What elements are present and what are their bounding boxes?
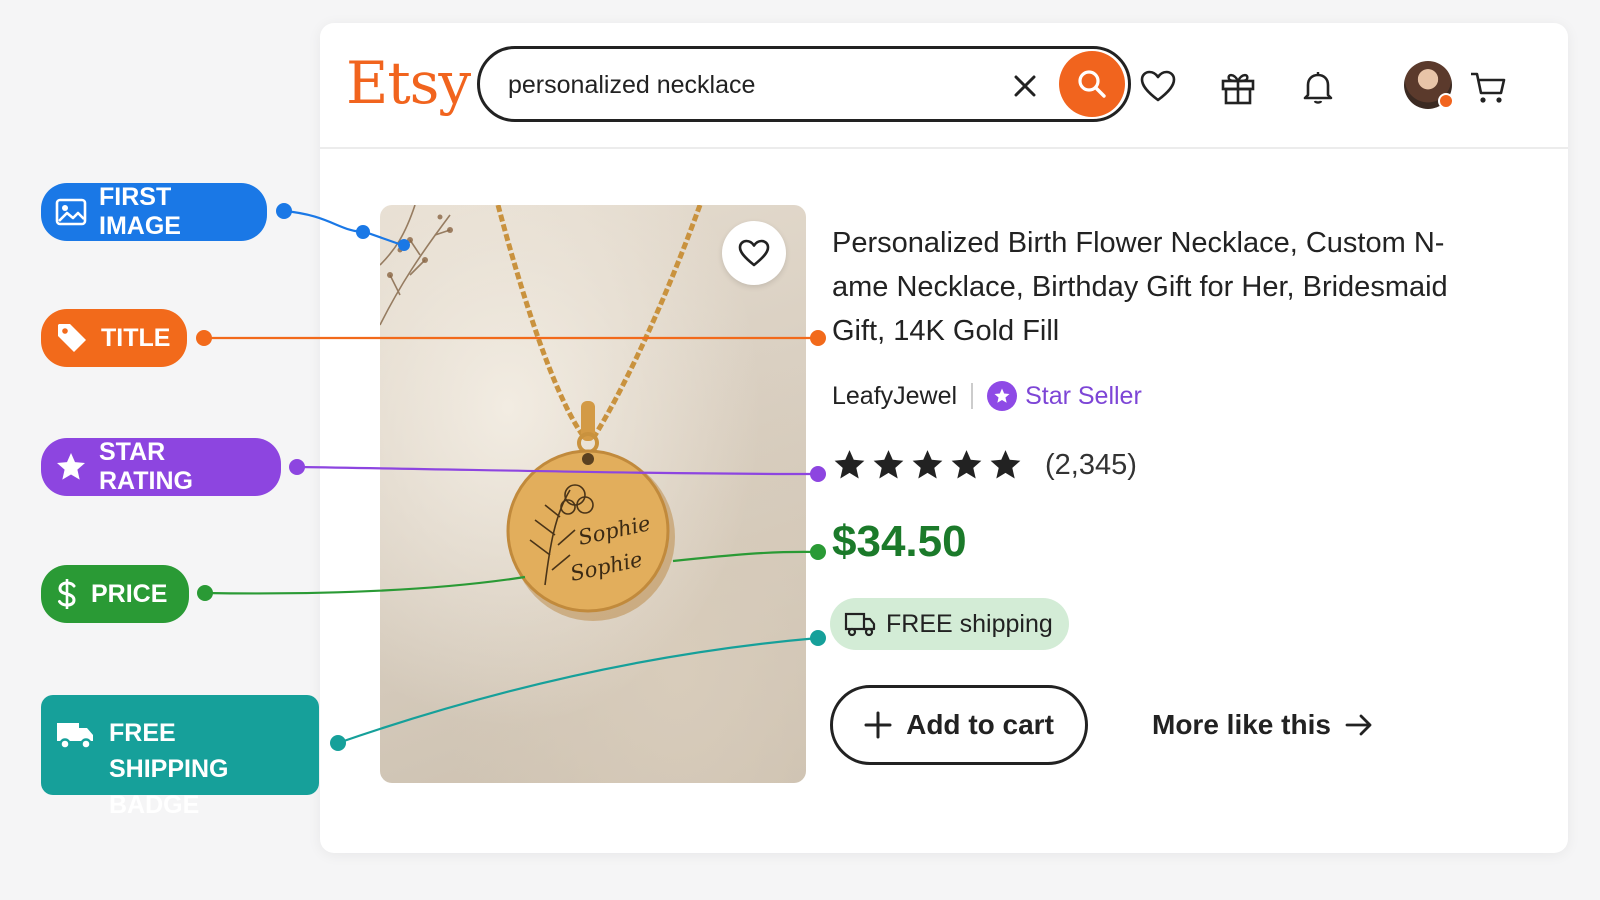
rating-row: (2,345) <box>832 448 1137 482</box>
callout-title: TITLE <box>41 309 187 367</box>
truck-icon <box>844 612 876 637</box>
site-header: Etsy personalized necklace <box>320 23 1568 149</box>
star-seller-label: Star Seller <box>1025 381 1142 410</box>
star-icon <box>912 450 943 479</box>
star-icon <box>990 450 1021 479</box>
callout-price: PRICE <box>41 565 189 623</box>
avatar[interactable] <box>1404 61 1454 109</box>
star-rating <box>832 448 1023 482</box>
listing-title[interactable]: Personalized Birth Flower Necklace, Cust… <box>832 221 1492 353</box>
star-icon <box>834 450 865 479</box>
more-like-this-label: More like this <box>1152 709 1331 740</box>
star-icon <box>873 450 904 479</box>
bell-icon[interactable] <box>1298 67 1338 107</box>
etsy-logo[interactable]: Etsy <box>346 49 471 117</box>
plus-icon <box>864 711 892 739</box>
cart-icon[interactable] <box>1468 67 1508 107</box>
search-icon <box>1078 70 1106 98</box>
search-button[interactable] <box>1059 51 1125 117</box>
tag-icon <box>58 324 86 352</box>
star-icon <box>951 450 982 479</box>
callout-star-rating-label: STAR RATING <box>99 438 193 495</box>
search-bar[interactable]: personalized necklace <box>477 46 1131 122</box>
arrow-right-icon <box>1345 714 1372 736</box>
review-count[interactable]: (2,345) <box>1045 449 1137 482</box>
listing-price: $34.50 <box>832 517 967 566</box>
clear-search-icon[interactable] <box>1010 71 1040 101</box>
star-seller-icon <box>987 381 1018 411</box>
star-icon <box>57 453 85 480</box>
seller-name[interactable]: LeafyJewel <box>832 382 957 411</box>
truck-icon <box>57 723 93 750</box>
callout-free-shipping-line1: FREE SHIPPING <box>109 719 229 783</box>
necklace-photo: Sophie Sophie <box>380 205 703 621</box>
callout-star-rating: STAR RATING <box>41 438 281 496</box>
callout-free-shipping-badge: FREE SHIPPING BADGE <box>41 695 319 819</box>
heart-icon <box>738 239 770 267</box>
star-seller-badge: Star Seller <box>987 381 1142 411</box>
callout-free-shipping-line2: BADGE <box>109 791 200 819</box>
more-like-this-link[interactable]: More like this <box>1152 709 1373 741</box>
add-to-cart-label: Add to cart <box>906 709 1054 740</box>
callout-first-image-label: FIRST IMAGE <box>99 183 181 240</box>
seller-row: LeafyJewel Star Seller <box>832 379 1142 413</box>
notification-dot <box>1438 93 1454 109</box>
listing-card: Etsy personalized necklace Sophie Sophie… <box>320 23 1568 853</box>
listing-first-image[interactable]: Sophie Sophie <box>380 205 806 783</box>
gift-icon[interactable] <box>1218 67 1258 107</box>
callout-price-label: PRICE <box>91 579 168 608</box>
add-to-cart-button[interactable]: Add to cart <box>830 685 1088 765</box>
favorite-listing-button[interactable] <box>722 221 786 285</box>
free-shipping-badge: FREE shipping <box>830 598 1069 650</box>
image-icon <box>55 198 87 226</box>
divider <box>971 383 974 409</box>
favorites-heart-icon[interactable] <box>1138 67 1178 107</box>
callout-title-label: TITLE <box>101 323 171 352</box>
search-input[interactable]: personalized necklace <box>508 71 755 100</box>
dollar-icon <box>58 579 76 609</box>
free-shipping-label: FREE shipping <box>886 609 1053 638</box>
callout-first-image: FIRST IMAGE <box>41 183 267 241</box>
